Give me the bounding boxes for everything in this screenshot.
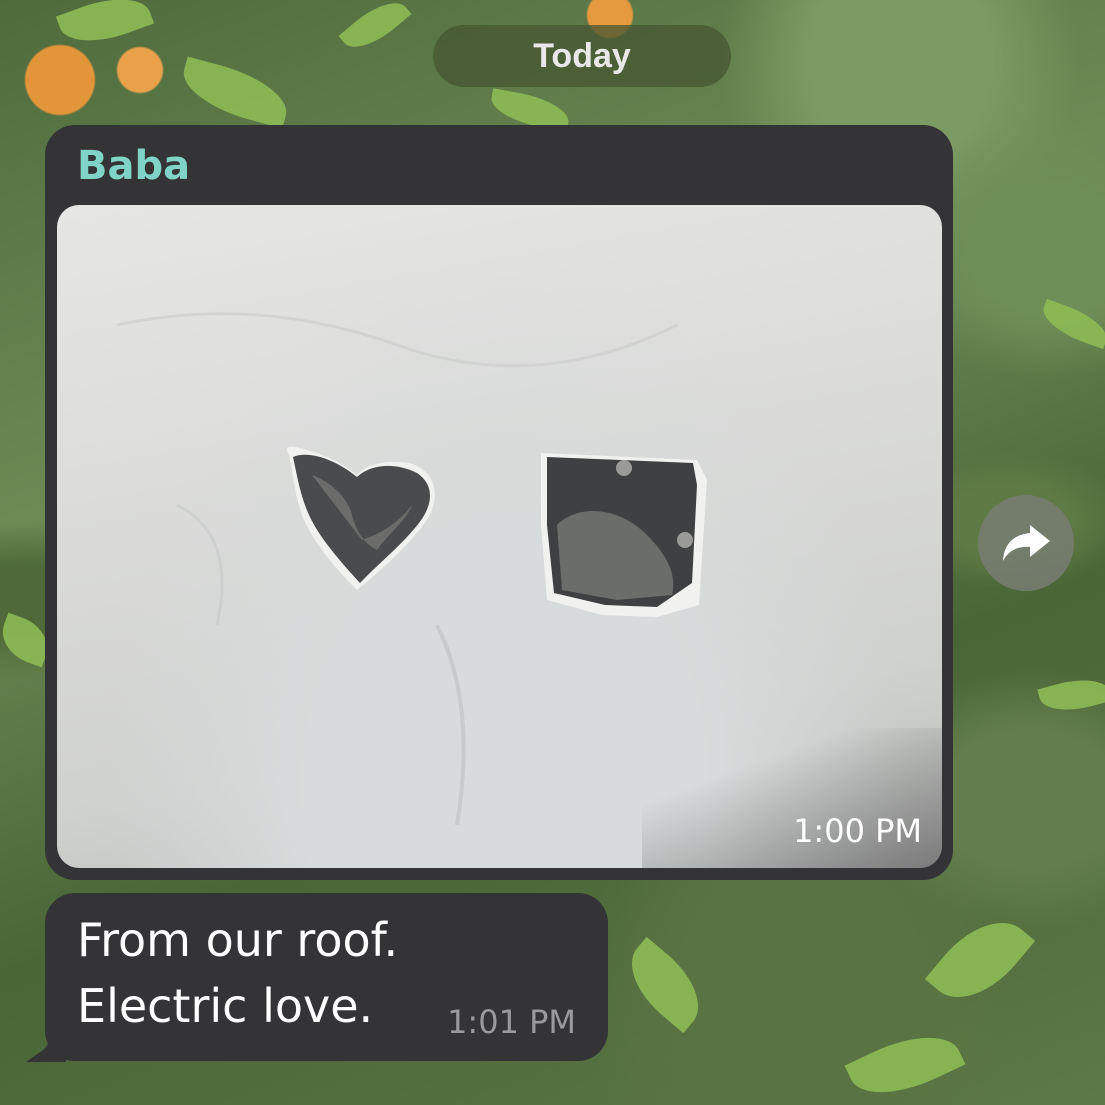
date-separator: Today (433, 25, 731, 87)
message-text-line: From our roof. (77, 913, 399, 967)
leaf-decoration (176, 56, 294, 129)
leaf-decoration (614, 936, 716, 1034)
photo-timestamp: 1:00 PM (793, 812, 922, 850)
photo-message-bubble[interactable]: Baba 1:00 PM (45, 125, 953, 880)
sender-name[interactable]: Baba (77, 143, 190, 189)
share-button[interactable] (978, 495, 1074, 591)
leaf-decoration (1037, 298, 1105, 350)
date-separator-label: Today (533, 36, 631, 75)
text-message-bubble[interactable]: From our roof. Electric love. 1:01 PM (45, 893, 608, 1061)
leaf-decoration (55, 0, 155, 55)
message-text-line: Electric love. (77, 979, 374, 1033)
chat-background: Today Baba 1:00 PM From our roof. Electr… (0, 0, 1105, 1105)
message-photo[interactable]: 1:00 PM (57, 205, 942, 868)
message-timestamp: 1:01 PM (447, 1003, 576, 1041)
share-arrow-icon (1003, 525, 1050, 561)
leaf-decoration (1037, 671, 1105, 719)
leaf-decoration (338, 0, 412, 59)
leaf-decoration (924, 902, 1036, 1018)
leaf-decoration (844, 1019, 966, 1105)
